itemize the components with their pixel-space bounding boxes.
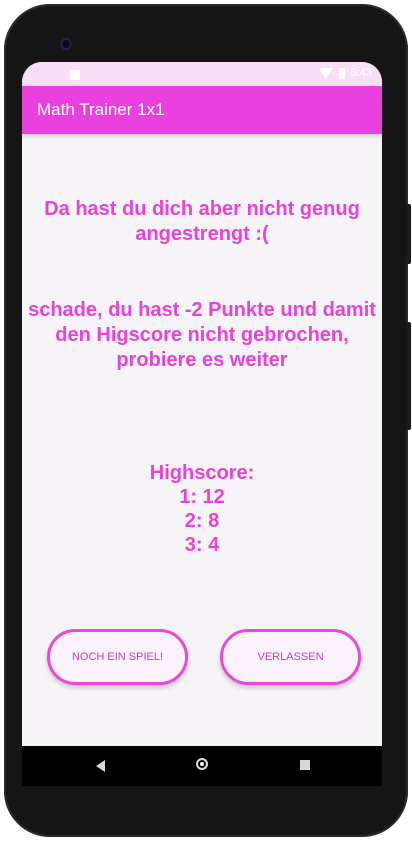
front-camera bbox=[60, 38, 72, 50]
app-screen: 5:43 Math Trainer 1x1 Da hast du dich ab… bbox=[22, 62, 382, 746]
app-title: Math Trainer 1x1 bbox=[37, 100, 165, 119]
play-again-button[interactable]: NOCH EIN SPIEL! bbox=[47, 629, 188, 685]
highscore-entry-3: 3: 4 bbox=[184, 534, 220, 556]
notification-icon bbox=[70, 70, 80, 80]
highscore-block: Highscore: 1: 12 2: 8 3: 4 bbox=[22, 461, 382, 557]
status-bar: 5:43 bbox=[22, 62, 382, 86]
signal-icon bbox=[318, 67, 333, 79]
highscore-heading: Highscore: bbox=[149, 462, 255, 484]
result-message: Da hast du dich aber nicht genug angestr… bbox=[44, 198, 360, 245]
status-time: 5:43 bbox=[350, 67, 372, 79]
power-button bbox=[406, 204, 411, 264]
back-icon[interactable] bbox=[96, 760, 105, 772]
home-icon[interactable] bbox=[196, 758, 208, 770]
highscore-entry-2: 2: 8 bbox=[184, 510, 220, 532]
recent-apps-icon[interactable] bbox=[300, 760, 310, 770]
score-message: schade, du hast -2 Punkte und damit den … bbox=[28, 299, 376, 371]
app-bar: Math Trainer 1x1 bbox=[22, 86, 382, 134]
volume-button bbox=[406, 322, 411, 430]
navigation-bar bbox=[22, 746, 382, 786]
battery-icon bbox=[338, 67, 345, 79]
status-icons: 5:43 bbox=[318, 67, 372, 79]
highscore-entry-1: 1: 12 bbox=[179, 486, 225, 508]
leave-button[interactable]: VERLASSEN bbox=[220, 629, 361, 685]
